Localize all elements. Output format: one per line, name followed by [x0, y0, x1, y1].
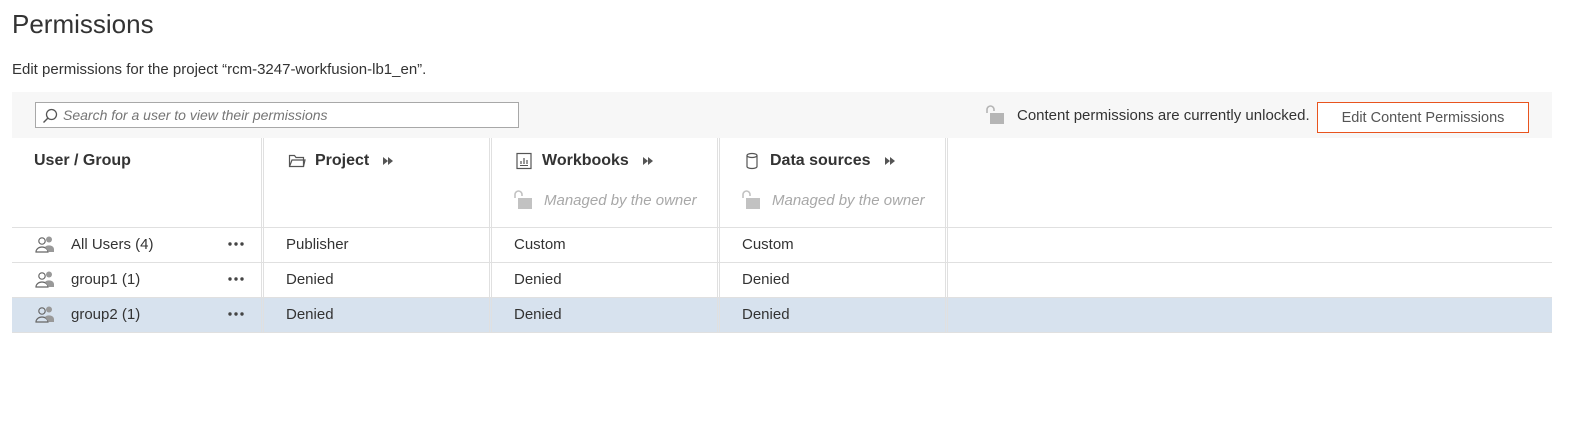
- unlocked-icon: [986, 105, 1004, 124]
- workbooks-column-label: Workbooks: [542, 152, 629, 169]
- permissions-toolbar: Content permissions are currently unlock…: [12, 92, 1552, 138]
- data-sources-permission-cell[interactable]: Denied: [742, 306, 790, 323]
- table-header: User / Group Project Workbooks Managed b…: [12, 138, 1552, 228]
- column-divider: [945, 138, 948, 332]
- more-options-icon[interactable]: [226, 269, 246, 289]
- row-name: All Users (4): [71, 236, 154, 253]
- edit-content-permissions-button[interactable]: Edit Content Permissions: [1317, 102, 1529, 133]
- page-subtitle: Edit permissions for the project “rcm-32…: [12, 61, 427, 78]
- data-sources-permission-cell[interactable]: Custom: [742, 236, 794, 253]
- data-sources-permission-cell[interactable]: Denied: [742, 271, 790, 288]
- folder-icon: [288, 154, 306, 168]
- workbooks-managed-note: Managed by the owner: [512, 190, 697, 210]
- group-icon: [35, 271, 54, 288]
- project-permission-cell[interactable]: Denied: [286, 271, 334, 288]
- workbook-icon: [516, 152, 532, 170]
- project-column-label: Project: [315, 152, 370, 169]
- search-icon: [43, 108, 58, 123]
- column-divider: [261, 138, 264, 332]
- row-name: group2 (1): [71, 306, 141, 323]
- table-row[interactable]: group1 (1) Denied Denied Denied: [12, 263, 1552, 298]
- page-title: Permissions: [12, 9, 154, 39]
- unlocked-icon: [514, 190, 532, 209]
- workbooks-column-header: Workbooks: [515, 152, 655, 170]
- search-box[interactable]: [35, 102, 519, 128]
- lock-status: Content permissions are currently unlock…: [984, 105, 1310, 125]
- group-icon: [35, 236, 54, 253]
- table-row[interactable]: All Users (4) Publisher Custom Custom: [12, 228, 1552, 263]
- unlocked-icon: [742, 190, 760, 209]
- project-column-header: Project: [288, 152, 395, 170]
- data-sources-column-header: Data sources: [743, 152, 897, 170]
- data-sources-column-label: Data sources: [770, 152, 871, 169]
- column-divider: [717, 138, 720, 332]
- group-icon: [35, 306, 54, 323]
- project-permission-cell[interactable]: Publisher: [286, 236, 349, 253]
- database-icon: [746, 152, 758, 170]
- workbooks-permission-cell[interactable]: Custom: [514, 236, 566, 253]
- managed-by-owner-text: Managed by the owner: [772, 191, 925, 209]
- expand-icon[interactable]: [381, 155, 395, 167]
- more-options-icon[interactable]: [226, 234, 246, 254]
- workbooks-permission-cell[interactable]: Denied: [514, 271, 562, 288]
- row-name: group1 (1): [71, 271, 141, 288]
- expand-icon[interactable]: [883, 155, 897, 167]
- more-options-icon[interactable]: [226, 304, 246, 324]
- column-divider: [489, 138, 492, 332]
- search-input[interactable]: [63, 105, 503, 125]
- user-group-header: User / Group: [34, 152, 131, 169]
- expand-icon[interactable]: [641, 155, 655, 167]
- workbooks-permission-cell[interactable]: Denied: [514, 306, 562, 323]
- table-row-selected[interactable]: group2 (1) Denied Denied Denied: [12, 298, 1552, 333]
- project-permission-cell[interactable]: Denied: [286, 306, 334, 323]
- data-sources-managed-note: Managed by the owner: [740, 190, 925, 210]
- lock-status-text: Content permissions are currently unlock…: [1017, 106, 1310, 124]
- managed-by-owner-text: Managed by the owner: [544, 191, 697, 209]
